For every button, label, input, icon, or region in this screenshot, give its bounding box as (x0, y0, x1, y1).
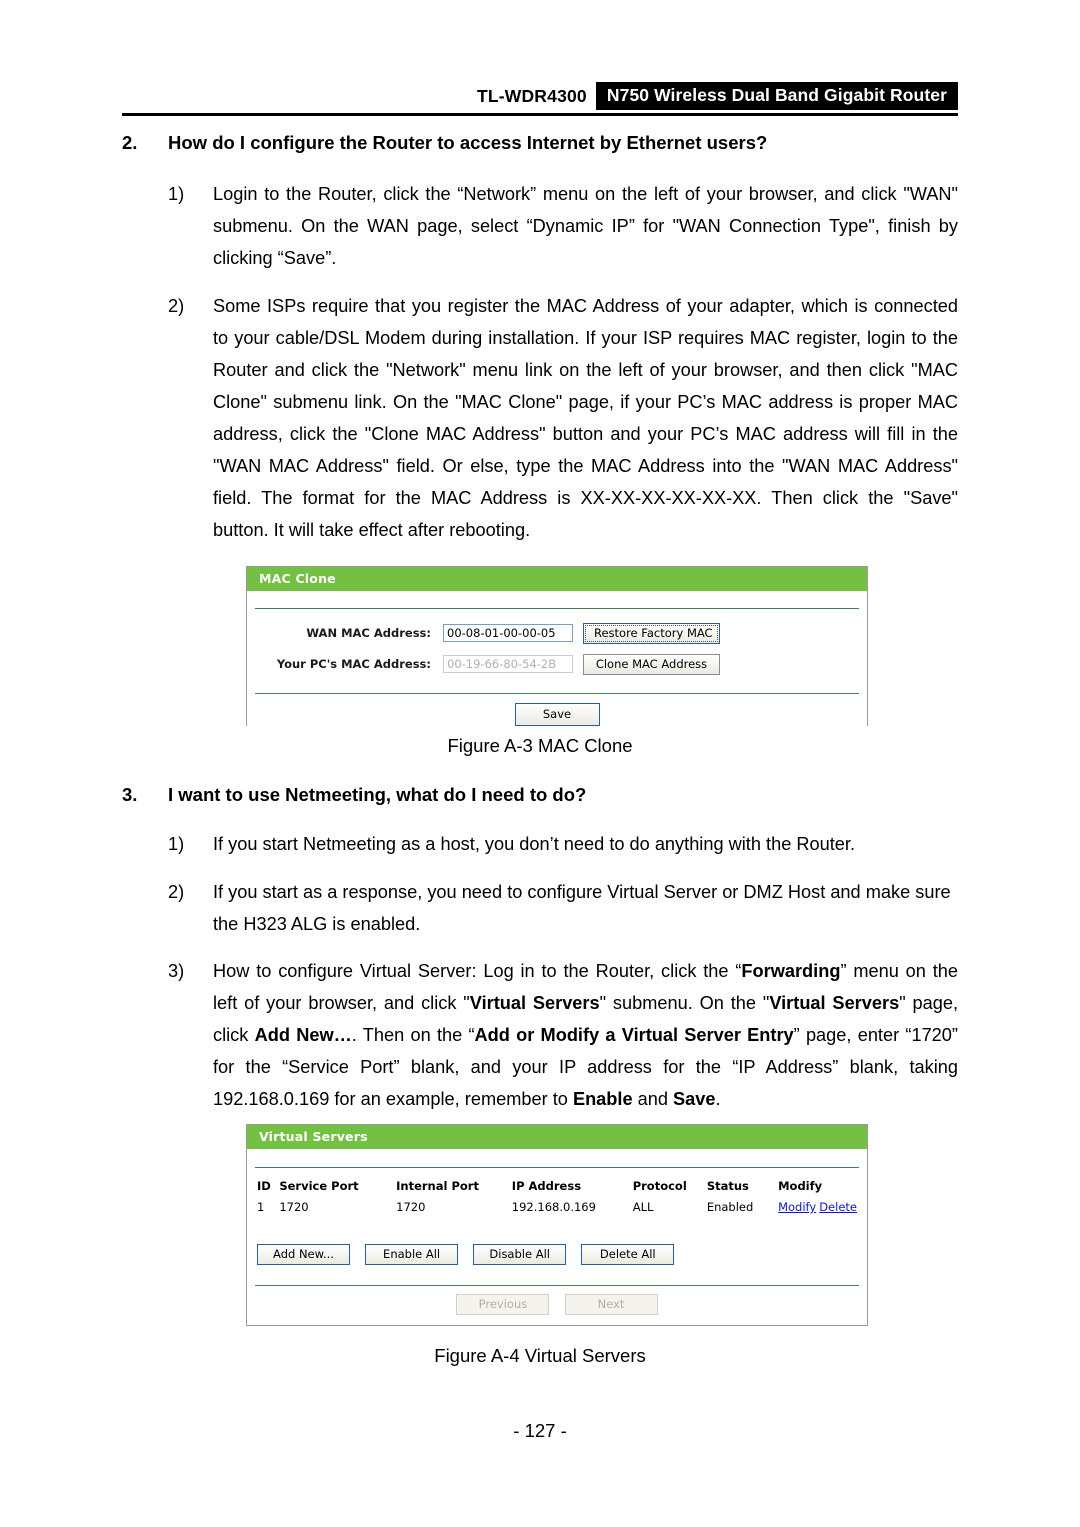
pc-mac-address-row: Your PC's MAC Address: Clone MAC Address (247, 651, 867, 677)
section-3-item-3-text: How to configure Virtual Server: Log in … (213, 961, 958, 1109)
virtual-servers-panel: Virtual Servers ID Service Port Internal… (246, 1124, 868, 1326)
virtual-servers-table: ID Service Port Internal Port IP Address… (257, 1176, 857, 1218)
section-3-heading: 3. I want to use Netmeeting, what do I n… (122, 783, 960, 808)
section-3-item-1-number: 1) (168, 834, 185, 854)
cell-id: 1 (257, 1200, 265, 1214)
cell-service-port: 1720 (279, 1200, 309, 1214)
enable-all-button[interactable]: Enable All (365, 1244, 459, 1265)
section-3-item-2: 2) If you start as a response, you need … (168, 876, 958, 940)
disable-all-button[interactable]: Disable All (473, 1244, 567, 1265)
column-header-service-port: Service Port (279, 1179, 359, 1193)
section-2-item-2: 2) Some ISPs require that you register t… (168, 290, 958, 546)
mac-clone-panel-title: MAC Clone (247, 567, 867, 591)
cell-ip-address: 192.168.0.169 (511, 1200, 596, 1214)
section-3-number: 3. (122, 784, 138, 805)
delete-link[interactable]: Delete (819, 1200, 857, 1214)
cell-status: Enabled (706, 1200, 754, 1214)
page-number: - 127 - (513, 1420, 567, 1441)
cell-protocol: ALL (632, 1200, 654, 1214)
running-header: TL-WDR4300 N750 Wireless Dual Band Gigab… (122, 82, 958, 116)
pc-mac-address-input (443, 655, 573, 673)
section-3-item-3-number: 3) (168, 961, 185, 981)
section-2-item-1-number: 1) (168, 184, 185, 204)
header-model-name: TL-WDR4300 (476, 85, 587, 106)
section-3-item-2-number: 2) (168, 882, 185, 902)
section-2-item-1-text: Login to the Router, click the “Network”… (213, 184, 958, 268)
section-2-heading-text: How do I configure the Router to access … (168, 132, 768, 153)
virtual-servers-panel-title: Virtual Servers (247, 1125, 867, 1149)
section-2-item-1: 1) Login to the Router, click the “Netwo… (168, 178, 958, 274)
clone-mac-address-button[interactable]: Clone MAC Address (583, 653, 720, 675)
section-3-heading-text: I want to use Netmeeting, what do I need… (168, 784, 587, 805)
next-button: Next (564, 1294, 658, 1315)
add-new-button[interactable]: Add New... (257, 1244, 350, 1265)
modify-link[interactable]: Modify (778, 1200, 816, 1214)
wan-mac-address-input[interactable] (443, 624, 573, 642)
mac-clone-panel: MAC Clone WAN MAC Address: Restore Facto… (246, 566, 868, 726)
restore-factory-mac-button[interactable]: Restore Factory MAC (583, 622, 720, 644)
column-header-internal-port: Internal Port (396, 1179, 479, 1193)
section-2-heading: 2. How do I configure the Router to acce… (122, 131, 960, 156)
section-3-item-1: 1) If you start Netmeeting as a host, yo… (168, 828, 958, 860)
section-2-item-2-number: 2) (168, 296, 185, 316)
section-3-item-3: 3) How to configure Virtual Server: Log … (168, 955, 958, 1115)
virtual-servers-action-buttons: Add New... Enable All Disable All Delete… (247, 1243, 867, 1265)
cell-internal-port: 1720 (396, 1200, 426, 1214)
pc-mac-address-label: Your PC's MAC Address: (276, 657, 431, 671)
column-header-ip-address: IP Address (511, 1179, 582, 1193)
figure-a3-caption: Figure A-3 MAC Clone (447, 735, 633, 756)
section-3-item-1-text: If you start Netmeeting as a host, you d… (213, 834, 856, 854)
cell-modify: Modify Delete (778, 1197, 857, 1218)
section-3-item-2-text: If you start as a response, you need to … (213, 882, 951, 934)
table-header-row: ID Service Port Internal Port IP Address… (257, 1176, 857, 1197)
wan-mac-address-row: WAN MAC Address: Restore Factory MAC (247, 620, 867, 646)
figure-a4-caption: Figure A-4 Virtual Servers (434, 1345, 646, 1366)
section-2-number: 2. (122, 132, 138, 153)
mac-clone-save-row: Save (247, 703, 867, 726)
header-divider-rule (122, 113, 958, 116)
virtual-servers-pagination: Previous Next (247, 1293, 867, 1315)
table-row: 1 1720 1720 192.168.0.169 ALL Enabled Mo… (257, 1197, 857, 1218)
section-2-item-2-text: Some ISPs require that you register the … (213, 296, 958, 540)
header-product-name: N750 Wireless Dual Band Gigabit Router (595, 82, 958, 110)
document-page: TL-WDR4300 N750 Wireless Dual Band Gigab… (0, 0, 1080, 1527)
delete-all-button[interactable]: Delete All (581, 1244, 675, 1265)
column-header-id: ID (257, 1179, 271, 1193)
previous-button: Previous (456, 1294, 550, 1315)
column-header-modify: Modify (778, 1179, 823, 1193)
save-button[interactable]: Save (514, 703, 600, 726)
column-header-protocol: Protocol (632, 1179, 687, 1193)
column-header-status: Status (706, 1179, 749, 1193)
wan-mac-address-label: WAN MAC Address: (306, 626, 431, 640)
